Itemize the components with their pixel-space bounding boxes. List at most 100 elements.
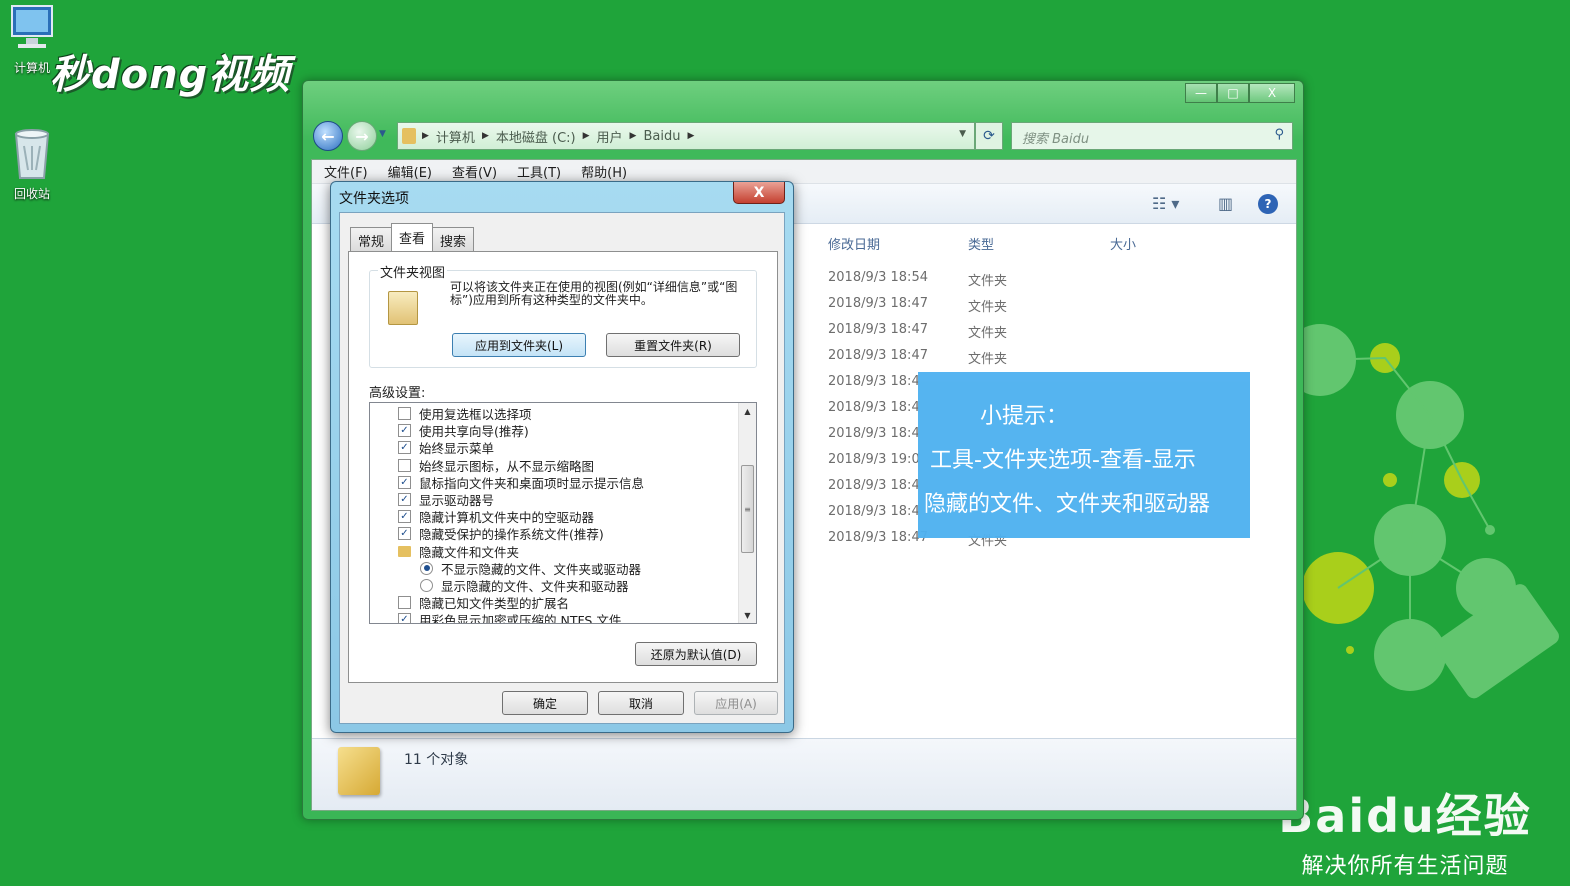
setting-label: 始终显示菜单 (419, 441, 495, 457)
radio-icon[interactable] (420, 578, 433, 592)
breadcrumb-drive-c[interactable]: 本地磁盘 (C:) (496, 127, 576, 146)
reset-folders-button[interactable]: 重置文件夹(R) (606, 333, 740, 357)
row-date: 2018/9/3 18:54 (828, 270, 928, 285)
radio-selected-icon[interactable] (420, 561, 433, 575)
table-row[interactable]: 2018/9/3 18:47 文件夹 (828, 322, 1088, 348)
setting-label: 隐藏受保护的操作系统文件(推荐) (419, 527, 604, 543)
tab-search[interactable]: 搜索 (432, 227, 475, 251)
column-header-type[interactable]: 类型 (968, 234, 994, 253)
setting-item[interactable]: ✓ 用彩色显示加密或压缩的 NTFS 文件 (398, 611, 738, 623)
scroll-thumb[interactable]: ≡ (741, 465, 754, 553)
tab-view[interactable]: 查看 (391, 223, 434, 251)
setting-item[interactable]: 使用复选框以选择项 (398, 405, 738, 422)
checkbox-checked-icon[interactable]: ✓ (398, 493, 411, 507)
restore-defaults-button[interactable]: 还原为默认值(D) (635, 642, 757, 666)
setting-label: 使用复选框以选择项 (419, 407, 532, 423)
row-type: 文件夹 (968, 274, 1008, 289)
cancel-button[interactable]: 取消 (598, 691, 684, 715)
dialog-body: 常规 查看 搜索 文件夹视图 可以将该文件夹正在使用的视图(例如“详细信息”或“… (339, 212, 785, 724)
chevron-right-icon: ▶ (629, 131, 637, 141)
setting-item[interactable]: 隐藏文件和文件夹 (398, 543, 738, 560)
setting-label: 隐藏已知文件类型的扩展名 (419, 596, 570, 612)
folder-icon (338, 747, 380, 795)
setting-item[interactable]: 不显示隐藏的文件、文件夹或驱动器 (398, 560, 738, 577)
scroll-up-icon[interactable]: ▲ (739, 403, 756, 419)
setting-item[interactable]: 隐藏已知文件类型的扩展名 (398, 594, 738, 611)
view-options-icon[interactable]: ☷ ▾ (1152, 194, 1179, 213)
setting-item[interactable]: 显示隐藏的文件、文件夹和驱动器 (398, 577, 738, 594)
minimize-button[interactable]: — (1185, 83, 1217, 103)
checkbox-checked-icon[interactable]: ✓ (398, 527, 411, 541)
group-description: 可以将该文件夹正在使用的视图(例如“详细信息”或“图标”)应用到所有这种类型的文… (450, 280, 738, 307)
breadcrumb-users[interactable]: 用户 (597, 127, 623, 146)
setting-item[interactable]: ✓ 鼠标指向文件夹和桌面项时显示提示信息 (398, 474, 738, 491)
chevron-right-icon: ▶ (481, 131, 489, 141)
arrow-right-icon: → (355, 126, 369, 146)
back-button[interactable]: ← (313, 121, 343, 151)
checkbox-checked-icon[interactable]: ✓ (398, 475, 411, 489)
setting-item[interactable]: ✓ 使用共享向导(推荐) (398, 422, 738, 439)
help-icon[interactable]: ? (1258, 194, 1278, 214)
tip-line-2: 隐藏的文件、文件夹和驱动器 (924, 492, 1211, 517)
baidu-slogan: 解决你所有生活问题 (1301, 854, 1509, 879)
dialog-title: 文件夹选项 (339, 191, 409, 207)
preview-pane-icon[interactable]: ▥ (1218, 194, 1233, 213)
table-row[interactable]: 2018/9/3 18:54 文件夹 (828, 270, 1088, 296)
row-type: 文件夹 (968, 352, 1008, 367)
setting-item[interactable]: ✓ 隐藏计算机文件夹中的空驱动器 (398, 508, 738, 525)
checkbox-checked-icon[interactable]: ✓ (398, 441, 411, 455)
checkbox-checked-icon[interactable]: ✓ (398, 510, 411, 524)
apply-button[interactable]: 应用(A) (694, 691, 778, 715)
close-button[interactable]: X (1249, 83, 1295, 103)
recycle-bin-icon (14, 129, 50, 179)
breadcrumb-computer[interactable]: 计算机 (436, 127, 475, 146)
setting-label: 显示隐藏的文件、文件夹和驱动器 (441, 578, 629, 594)
maximize-button[interactable]: □ (1217, 83, 1249, 103)
setting-label: 显示驱动器号 (419, 493, 495, 509)
setting-item[interactable]: 始终显示图标，从不显示缩略图 (398, 457, 738, 474)
desktop-icon-recycle-bin[interactable]: 回收站 (4, 126, 60, 202)
forward-button[interactable]: → (347, 121, 377, 151)
menu-help[interactable]: 帮助(H) (581, 162, 627, 181)
object-count: 11 个对象 (404, 752, 469, 768)
menu-view[interactable]: 查看(V) (452, 162, 497, 181)
checkbox-checked-icon[interactable]: ✓ (398, 613, 411, 623)
column-header-size[interactable]: 大小 (1110, 234, 1136, 253)
ok-button[interactable]: 确定 (502, 691, 588, 715)
row-type: 文件夹 (968, 300, 1008, 315)
checkbox-icon[interactable] (398, 407, 411, 421)
scroll-down-icon[interactable]: ▼ (739, 607, 756, 623)
row-date: 2018/9/3 18:47 (828, 348, 928, 363)
checkbox-icon[interactable] (398, 458, 411, 472)
setting-item[interactable]: ✓ 隐藏受保护的操作系统文件(推荐) (398, 525, 738, 542)
apply-to-folders-button[interactable]: 应用到文件夹(L) (452, 333, 586, 357)
menu-edit[interactable]: 编辑(E) (388, 162, 432, 181)
chevron-down-icon[interactable]: ▼ (959, 129, 966, 139)
watermark-logo: 秒dong视频 (50, 52, 291, 98)
checkbox-icon[interactable] (398, 596, 411, 610)
chevron-right-icon: ▶ (687, 131, 695, 141)
menu-tools[interactable]: 工具(T) (517, 162, 561, 181)
table-row[interactable]: 2018/9/3 18:47 文件夹 (828, 296, 1088, 322)
folder-options-dialog: 文件夹选项 X 常规 查看 搜索 文件夹视图 可以将该文件夹正在使用的视图(例如… (330, 181, 794, 733)
settings-items: 使用复选框以选择项 ✓ 使用共享向导(推荐) ✓ 始终显示菜单 始终显示图标，从不显示缩略… (370, 403, 738, 623)
dialog-close-button[interactable]: X (733, 182, 785, 204)
checkbox-checked-icon[interactable]: ✓ (398, 424, 411, 438)
refresh-button[interactable]: ⟳ (975, 122, 1003, 150)
column-header-date[interactable]: 修改日期 (828, 234, 880, 253)
tip-title: 小提示： (980, 404, 1069, 429)
recent-pages-dropdown[interactable]: ▼ (379, 129, 386, 139)
setting-item[interactable]: ✓ 始终显示菜单 (398, 439, 738, 456)
breadcrumb-baidu[interactable]: Baidu (643, 129, 680, 144)
table-row[interactable]: 2018/9/3 18:47 文件夹 (828, 348, 1088, 374)
folder-views-icon (388, 291, 418, 325)
desktop-icon-label: 回收站 (13, 187, 50, 201)
menu-file[interactable]: 文件(F) (324, 162, 368, 181)
navigation-bar: ← → ▼ ▶ 计算机 ▶ 本地磁盘 (C:) ▶ 用户 ▶ Baidu ▶ ▼… (311, 119, 1297, 151)
tab-general[interactable]: 常规 (350, 227, 393, 251)
search-input[interactable]: 搜索 Baidu ⚲ (1011, 122, 1293, 150)
search-icon[interactable]: ⚲ (1274, 127, 1284, 142)
address-bar[interactable]: ▶ 计算机 ▶ 本地磁盘 (C:) ▶ 用户 ▶ Baidu ▶ ▼ (397, 122, 975, 150)
setting-item[interactable]: ✓ 显示驱动器号 (398, 491, 738, 508)
settings-scrollbar[interactable]: ▲ ≡ ▼ (738, 403, 756, 623)
